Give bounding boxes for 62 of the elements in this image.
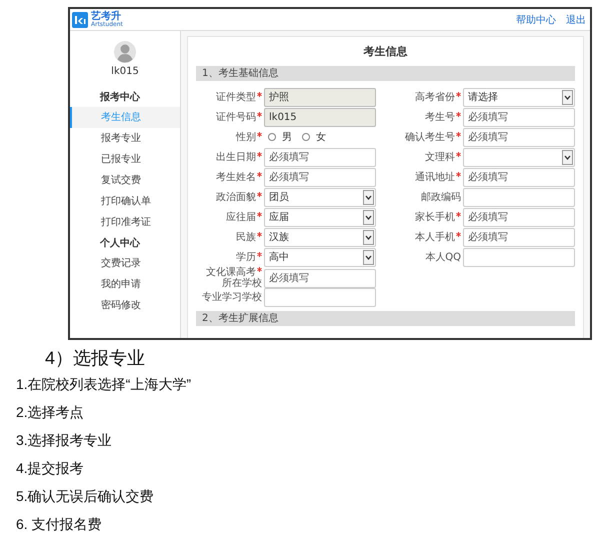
sidebar-item[interactable]: 打印确认单: [70, 191, 180, 212]
select-field[interactable]: 请选择: [463, 88, 575, 106]
field-label: 民族: [236, 232, 256, 242]
select-field[interactable]: 团员: [264, 188, 376, 206]
field-label: 应往届: [226, 212, 256, 222]
field-label: 文化课高考: [206, 267, 256, 278]
input-field[interactable]: 必须填写: [264, 148, 376, 166]
sidebar-item[interactable]: 密码修改: [70, 295, 180, 316]
field-label: 性别: [236, 132, 256, 142]
field-label: 家长手机: [415, 212, 455, 222]
input-field[interactable]: 必须填写: [264, 268, 376, 288]
input-field[interactable]: 必须填写: [463, 208, 575, 226]
field-label: 高考省份: [415, 92, 455, 102]
section-header: 1、考生基础信息: [196, 66, 575, 81]
step-text: 1.在院校列表选择“上海大学”: [15, 375, 192, 394]
step-text: 4.提交报考: [15, 459, 85, 478]
field-label: 通讯地址: [415, 172, 455, 182]
field-label: 文理科: [425, 152, 455, 162]
header-link[interactable]: 帮助中心: [516, 12, 556, 26]
sidebar-item[interactable]: 复试交费: [70, 170, 180, 191]
radio-label: 男: [282, 131, 292, 144]
input-field[interactable]: 必须填写: [463, 108, 575, 126]
section-header: 2、考生扩展信息: [196, 311, 575, 326]
sidebar-heading: 个人中心: [99, 236, 141, 251]
field-label: 本人QQ: [425, 252, 461, 262]
select-field[interactable]: 应届: [264, 208, 376, 226]
step-text: 6. 支付报名费: [15, 515, 103, 534]
user-name: lk015: [111, 66, 139, 77]
field-label: 学历: [236, 252, 256, 262]
input-field[interactable]: 必须填写: [463, 228, 575, 246]
field-label: 证件号码: [216, 112, 256, 122]
readonly-field: 护照: [264, 88, 376, 106]
input-field[interactable]: 必须填写: [264, 168, 376, 186]
page-title: 考生信息: [362, 44, 408, 60]
field-label: 所在学校: [222, 278, 262, 289]
step-text: 5.确认无误后确认交费: [15, 487, 155, 506]
sidebar-item[interactable]: 报考专业: [70, 128, 180, 149]
readonly-field: lk015: [264, 108, 376, 126]
select-field[interactable]: 汉族: [264, 228, 376, 246]
sidebar-item[interactable]: 我的申请: [70, 274, 180, 295]
field-label: 邮政编码: [421, 192, 461, 202]
logo-name: 艺考升: [91, 12, 122, 20]
field-label: 证件类型: [216, 92, 256, 102]
field-label: 考生姓名: [216, 172, 256, 182]
field-label: 出生日期: [216, 152, 256, 162]
field-label: 专业学习学校: [202, 292, 262, 302]
section-heading: 4）选报专业: [44, 347, 146, 370]
step-text: 2.选择考点: [15, 403, 85, 422]
header-link[interactable]: 退出: [566, 12, 586, 26]
radio-label: 女: [316, 131, 326, 144]
field-label: 确认考生号: [405, 132, 455, 142]
field-label: 本人手机: [415, 232, 455, 242]
sidebar-item[interactable]: 已报专业: [70, 149, 180, 170]
input-field[interactable]: 必须填写: [463, 168, 575, 186]
sidebar-item[interactable]: 打印准考证: [70, 212, 180, 233]
sidebar-item[interactable]: 交费记录: [70, 253, 180, 274]
step-text: 3.选择报考专业: [15, 431, 113, 450]
sidebar-heading: 报考中心: [98, 90, 141, 105]
input-field[interactable]: 必须填写: [463, 128, 575, 146]
field-label: 政治面貌: [216, 192, 256, 202]
field-label: 考生号: [425, 112, 455, 122]
select-field[interactable]: 高中: [264, 248, 376, 266]
